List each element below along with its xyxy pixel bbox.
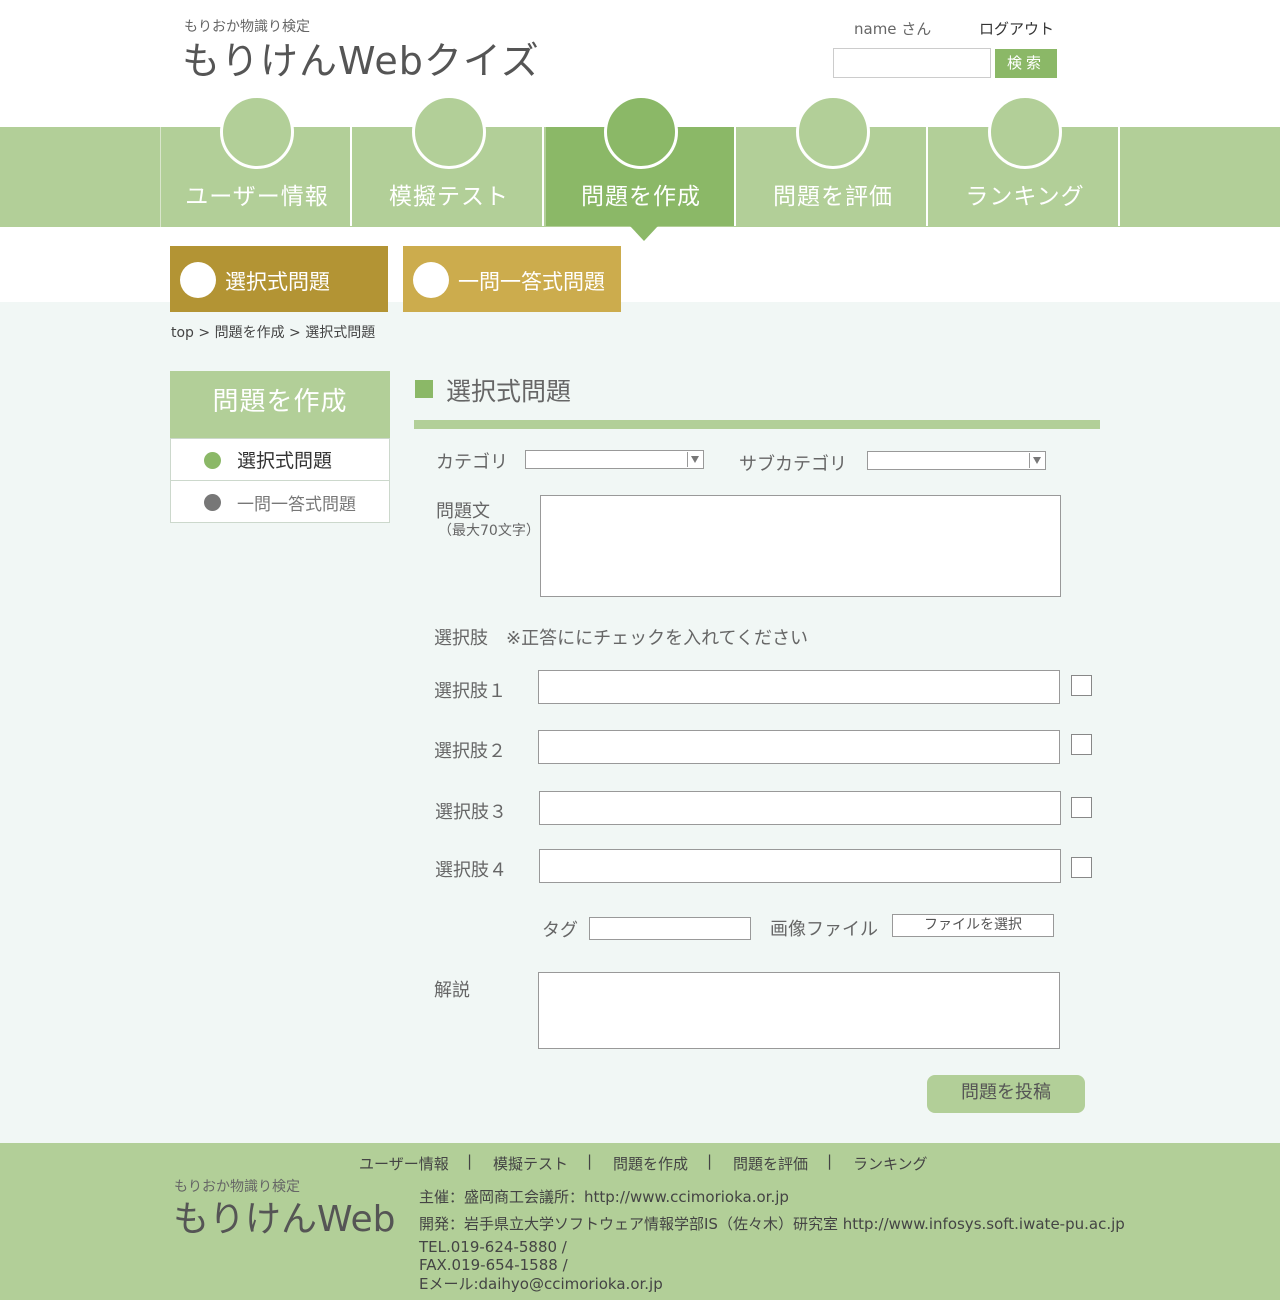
bullet-icon <box>204 452 221 469</box>
subtab-label: 一問一答式問題 <box>458 270 605 294</box>
site-logo[interactable]: もりけんWebクイズ <box>182 30 540 85</box>
footer-separator: | <box>467 1152 473 1170</box>
nav-divider <box>160 127 161 227</box>
question-length-note: （最大70文字） <box>438 523 540 539</box>
dropdown-arrow-icon <box>1029 453 1044 468</box>
footer-sponsor: 主催：盛岡商工会議所：http://www.ccimorioka.or.jp <box>419 1188 789 1206</box>
search-button[interactable]: 検索 <box>995 49 1057 78</box>
circle-icon <box>180 262 216 298</box>
category-select[interactable] <box>525 450 704 469</box>
explanation-textarea[interactable] <box>538 972 1060 1049</box>
nav-label: 問題を評価 <box>773 184 893 210</box>
section-title: 選択式問題 <box>446 377 572 406</box>
submit-question-button[interactable]: 問題を投稿 <box>927 1075 1085 1113</box>
choice-2-label: 選択肢２ <box>434 741 506 762</box>
footer-logo: もりけんWeb <box>173 1199 396 1240</box>
logout-link[interactable]: ログアウト <box>979 18 1054 39</box>
section-square-icon <box>415 380 433 398</box>
nav-circle-icon <box>220 95 294 169</box>
footer-link-create-question[interactable]: 問題を作成 <box>613 1153 688 1174</box>
section-divider <box>414 420 1100 429</box>
footer-tel: TEL.019-624-5880 / <box>419 1238 567 1256</box>
choice-4-checkbox[interactable] <box>1071 857 1092 878</box>
nav-label: 問題を作成 <box>581 184 701 210</box>
nav-label: ランキング <box>965 184 1085 210</box>
choose-file-button[interactable]: ファイルを選択 <box>892 914 1054 937</box>
active-nav-pointer-icon <box>630 226 658 241</box>
footer-link-mock-test[interactable]: 模擬テスト <box>493 1153 568 1174</box>
choice-4-input[interactable] <box>539 849 1061 883</box>
subcategory-label: サブカテゴリ <box>739 454 847 475</box>
nav-label: 模擬テスト <box>389 184 509 210</box>
choice-3-checkbox[interactable] <box>1071 797 1092 818</box>
nav-item-user-info[interactable]: ユーザー情報 <box>162 95 352 226</box>
choice-1-input[interactable] <box>538 670 1060 704</box>
subtab-label: 選択式問題 <box>225 270 330 294</box>
nav-circle-icon <box>796 95 870 169</box>
nav-circle-icon <box>988 95 1062 169</box>
side-item-one-question-one-answer[interactable]: 一問一答式問題 <box>170 480 390 523</box>
choice-3-label: 選択肢３ <box>435 802 507 823</box>
footer-developer: 開発：岩手県立大学ソフトウェア情報学部IS（佐々木）研究室 http://www… <box>419 1215 1125 1233</box>
nav-label: ユーザー情報 <box>185 184 329 210</box>
side-menu-heading: 問題を作成 <box>170 371 390 438</box>
side-item-label: 一問一答式問題 <box>237 495 356 515</box>
footer-link-user-info[interactable]: ユーザー情報 <box>359 1153 449 1174</box>
search-input[interactable] <box>833 48 991 78</box>
subcategory-select[interactable] <box>867 451 1046 470</box>
footer-separator: | <box>707 1152 713 1170</box>
side-item-label: 選択式問題 <box>237 450 333 472</box>
footer-link-ranking[interactable]: ランキング <box>853 1153 928 1174</box>
choice-1-checkbox[interactable] <box>1071 675 1092 696</box>
footer-separator: | <box>827 1152 833 1170</box>
question-textarea[interactable] <box>540 495 1061 597</box>
nav-item-evaluate-question[interactable]: 問題を評価 <box>738 95 928 226</box>
footer-separator: | <box>587 1152 593 1170</box>
explanation-label: 解説 <box>434 980 470 1001</box>
category-label: カテゴリ <box>436 452 508 473</box>
footer-fax: FAX.019-654-1588 / <box>419 1256 568 1274</box>
side-item-multiple-choice[interactable]: 選択式問題 <box>170 438 390 481</box>
choice-1-label: 選択肢１ <box>434 681 506 702</box>
nav-circle-icon <box>412 95 486 169</box>
choices-instruction: 選択肢 ※正答ににチェックを入れてください <box>434 628 808 649</box>
footer-link-evaluate-question[interactable]: 問題を評価 <box>733 1153 808 1174</box>
choice-3-input[interactable] <box>539 791 1061 825</box>
tag-label: タグ <box>542 920 578 941</box>
subtab-multiple-choice[interactable]: 選択式問題 <box>170 246 388 312</box>
choice-4-label: 選択肢４ <box>435 860 507 881</box>
breadcrumb[interactable]: top > 問題を作成 > 選択式問題 <box>171 322 375 342</box>
choice-2-checkbox[interactable] <box>1071 734 1092 755</box>
image-file-label: 画像ファイル <box>770 919 878 940</box>
nav-item-mock-test[interactable]: 模擬テスト <box>354 95 544 226</box>
bullet-icon <box>204 494 221 511</box>
circle-icon <box>413 262 449 298</box>
nav-circle-icon <box>604 95 678 169</box>
tag-input[interactable] <box>589 917 751 940</box>
subtab-one-question-one-answer[interactable]: 一問一答式問題 <box>403 246 621 312</box>
username-label: name さん <box>854 20 932 38</box>
footer-email: Eメール:daihyo@ccimorioka.or.jp <box>419 1275 663 1293</box>
nav-item-ranking[interactable]: ランキング <box>930 95 1120 226</box>
nav-item-create-question[interactable]: 問題を作成 <box>546 95 736 226</box>
dropdown-arrow-icon <box>687 452 702 467</box>
choice-2-input[interactable] <box>538 730 1060 764</box>
